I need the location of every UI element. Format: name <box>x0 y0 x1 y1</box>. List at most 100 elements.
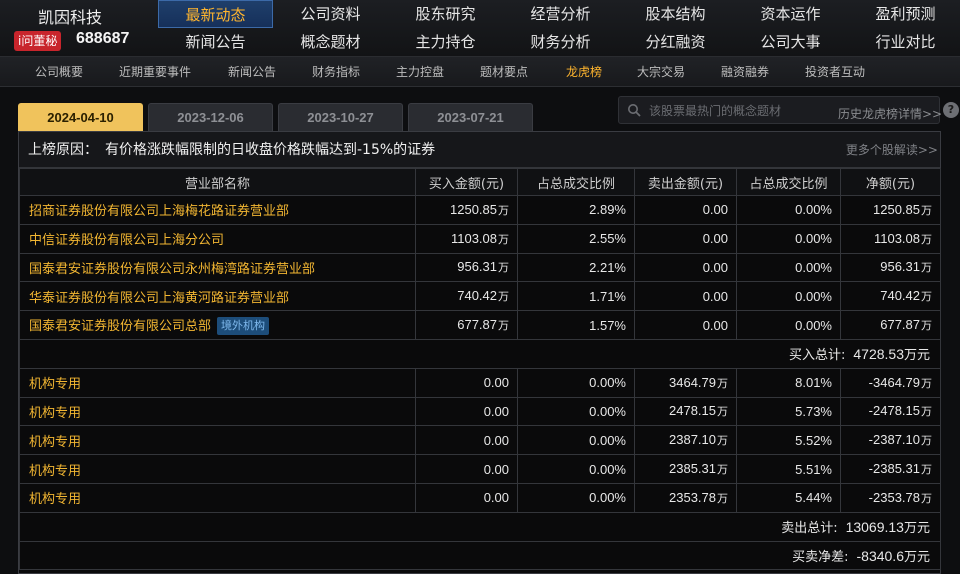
subnav-item-0[interactable]: 公司概要 <box>35 57 83 87</box>
buy-total-row-unit: 万元 <box>903 347 930 363</box>
subnav-item-9[interactable]: 投资者互动 <box>805 57 865 87</box>
sell-amount-cell: 0.00 <box>634 310 737 340</box>
subnav-item-1[interactable]: 近期重要事件 <box>119 57 191 87</box>
buy-amount-cell-value: 740.42 <box>457 288 497 304</box>
sell-pct-cell-value: 5.52% <box>795 432 832 448</box>
sell-pct-cell: 8.01% <box>736 367 841 398</box>
subnav-item-2[interactable]: 新闻公告 <box>228 57 276 87</box>
sell-pct-cell-value: 0.00% <box>795 202 832 218</box>
branch-link[interactable]: 机构专用 <box>29 406 81 421</box>
buy-pct-cell: 0.00% <box>517 396 635 427</box>
sell-pct-cell-value: 0.00% <box>795 317 832 333</box>
branch-link[interactable]: 机构专用 <box>29 492 81 507</box>
sell-amount-cell: 2387.10万 <box>634 425 737 456</box>
net-amount-cell-value: 677.87 <box>880 317 920 333</box>
branch-link[interactable]: 机构专用 <box>29 435 81 450</box>
nav-item-row1-4[interactable]: 股本结构 <box>618 0 733 28</box>
subnav-item-3[interactable]: 财务指标 <box>312 57 360 87</box>
nav-item-row2-5[interactable]: 公司大事 <box>733 28 848 56</box>
net-amount-cell: -2353.78万 <box>840 482 941 513</box>
branch-link[interactable]: 国泰君安证券股份有限公司总部 <box>29 319 211 334</box>
buy-amount-cell-unit: 万 <box>498 232 509 246</box>
sell-amount-cell-value: 0.00 <box>702 231 728 247</box>
subnav-item-4[interactable]: 主力控盘 <box>396 57 444 87</box>
branch-link[interactable]: 机构专用 <box>29 377 81 392</box>
sell-pct-cell: 5.51% <box>736 454 841 484</box>
date-tab-0[interactable]: 2024-04-10 <box>18 103 143 131</box>
buy-pct-cell-value: 0.00% <box>589 403 626 419</box>
buy-amount-cell-value: 677.87 <box>457 317 497 333</box>
buy-pct-cell-value: 2.89% <box>589 202 626 218</box>
ask-secretary-badge[interactable]: i问董秘 <box>14 31 62 51</box>
sell-amount-cell: 2478.15万 <box>634 396 737 427</box>
help-icon[interactable]: ? <box>943 102 959 118</box>
net-amount-cell: 1250.85万 <box>840 195 941 225</box>
sell-amount-cell: 0.00 <box>634 281 737 312</box>
nav-item-row2-0[interactable]: 新闻公告 <box>158 28 273 56</box>
date-tab-2[interactable]: 2023-10-27 <box>278 103 403 131</box>
history-lhb-link[interactable]: 历史龙虎榜详情>> <box>838 105 942 122</box>
date-tab-3[interactable]: 2023-07-21 <box>408 103 533 131</box>
branch-name-cell: 华泰证券股份有限公司上海黄河路证券营业部 <box>19 281 416 312</box>
net-amount-cell-value: 956.31 <box>880 259 920 275</box>
sell-amount-cell: 0.00 <box>634 223 737 254</box>
buy-pct-cell: 2.89% <box>517 195 635 225</box>
sell-amount-cell-unit: 万 <box>717 463 728 477</box>
nav-item-row1-0[interactable]: 最新动态 <box>158 0 273 28</box>
buy-pct-cell-value: 0.00% <box>589 432 626 448</box>
sell-amount-cell-unit: 万 <box>717 405 728 419</box>
sell-amount-cell-value: 0.00 <box>702 259 728 275</box>
more-analysis-link[interactable]: 更多个股解读>> <box>846 132 938 168</box>
buy-pct-cell-value: 1.57% <box>589 317 626 333</box>
buy-amount-cell: 0.00 <box>415 367 518 398</box>
nav-item-row2-2[interactable]: 主力持仓 <box>388 28 503 56</box>
lhb-table: 营业部名称 买入金额(元) 占总成交比例 卖出金额(元) 占总成交比例 净额(元… <box>19 168 941 571</box>
buy-pct-cell: 0.00% <box>517 425 635 456</box>
branch-link[interactable]: 招商证券股份有限公司上海梅花路证券营业部 <box>29 204 289 219</box>
table-row: 机构专用 0.00 0.00% 2353.78万 5.44% -2353.78万 <box>19 482 941 513</box>
nav-item-row2-6[interactable]: 行业对比 <box>848 28 960 56</box>
nav-item-row1-5[interactable]: 资本运作 <box>733 0 848 28</box>
buy-total-row: 买入总计: 4728.53万元 <box>19 338 941 369</box>
col-header-branch: 营业部名称 <box>19 168 416 196</box>
nav-item-row1-2[interactable]: 股东研究 <box>388 0 503 28</box>
buy-pct-cell-value: 0.00% <box>589 375 626 391</box>
subnav-item-7[interactable]: 大宗交易 <box>637 57 685 87</box>
sell-amount-cell-value: 2353.78 <box>669 489 716 505</box>
net-amount-cell: -2387.10万 <box>840 425 941 456</box>
buy-pct-cell: 2.21% <box>517 252 635 283</box>
branch-name-cell: 机构专用 <box>19 425 416 456</box>
buy-pct-cell-value: 2.21% <box>589 259 626 275</box>
branch-link[interactable]: 华泰证券股份有限公司上海黄河路证券营业部 <box>29 291 289 306</box>
subnav-item-5[interactable]: 题材要点 <box>480 57 528 87</box>
branch-link[interactable]: 国泰君安证券股份有限公司永州梅湾路证券营业部 <box>29 262 315 277</box>
sell-amount-cell: 2385.31万 <box>634 454 737 484</box>
subnav-item-6[interactable]: 龙虎榜 <box>566 57 602 87</box>
sell-total-row: 卖出总计: 13069.13万元 <box>19 511 941 542</box>
sell-amount-cell: 2353.78万 <box>634 482 737 513</box>
buy-pct-cell: 2.55% <box>517 223 635 254</box>
nav-item-row2-4[interactable]: 分红融资 <box>618 28 733 56</box>
sell-total-row-value: 13069.13 <box>845 519 904 536</box>
date-tab-1[interactable]: 2023-12-06 <box>148 103 273 131</box>
buy-pct-cell-value: 2.55% <box>589 231 626 247</box>
nav-item-row2-3[interactable]: 财务分析 <box>503 28 618 56</box>
nav-item-row1-6[interactable]: 盈利预测 <box>848 0 960 28</box>
buy-amount-cell: 740.42万 <box>415 281 518 312</box>
subnav-item-8[interactable]: 融资融券 <box>721 57 769 87</box>
nav-item-row1-3[interactable]: 经营分析 <box>503 0 618 28</box>
branch-link[interactable]: 中信证券股份有限公司上海分公司 <box>29 233 224 248</box>
buy-total-row-value: 4728.53 <box>853 346 904 363</box>
top-header: 凯因科技 i问董秘 688687 最新动态 公司资料 股东研究 经营分析 股本结构 资本运… <box>0 0 960 57</box>
sell-total-row-unit: 万元 <box>903 520 930 536</box>
net-amount-cell-unit: 万 <box>921 491 932 505</box>
nav-item-row1-1[interactable]: 公司资料 <box>273 0 388 28</box>
sell-pct-cell: 5.73% <box>736 396 841 427</box>
buy-amount-cell-unit: 万 <box>498 319 509 333</box>
buy-amount-cell-value: 1250.85 <box>450 201 497 217</box>
company-block: 凯因科技 i问董秘 688687 <box>0 0 150 57</box>
buy-amount-cell-unit: 万 <box>498 261 509 275</box>
branch-name-cell: 招商证券股份有限公司上海梅花路证券营业部 <box>19 195 416 225</box>
nav-item-row2-1[interactable]: 概念题材 <box>273 28 388 56</box>
branch-link[interactable]: 机构专用 <box>29 464 81 479</box>
